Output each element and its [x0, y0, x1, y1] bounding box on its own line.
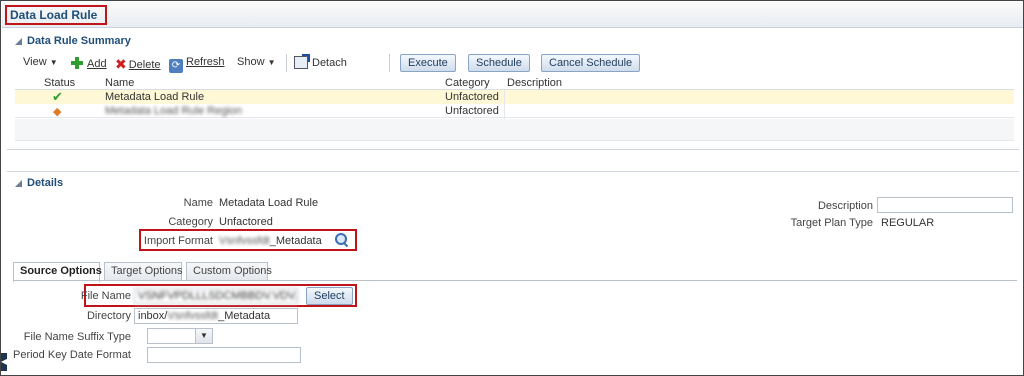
schedule-button[interactable]: Schedule: [468, 54, 530, 72]
section-divider: [7, 149, 1019, 150]
collapse-left-icon[interactable]: ◀: [1, 353, 7, 371]
table-row[interactable]: ✔ Metadata Load Rule Unfactored: [15, 89, 1014, 104]
summary-panel-header[interactable]: Data Rule Summary: [15, 35, 131, 47]
row-name: Metadata Load Rule Region: [105, 105, 242, 117]
directory-label: Directory: [86, 310, 131, 322]
toolbar-separator: [389, 54, 390, 72]
view-menu-label: View: [23, 56, 47, 68]
refresh-button-label: Refresh: [186, 56, 225, 68]
row-category: Unfactored: [445, 91, 499, 103]
add-button-label: Add: [87, 58, 107, 70]
column-header-name[interactable]: Name: [105, 77, 134, 89]
column-header-description[interactable]: Description: [507, 77, 562, 89]
tab-target-options[interactable]: Target Options: [104, 262, 183, 281]
section-divider: [7, 171, 1019, 172]
execute-button[interactable]: Execute: [400, 54, 456, 72]
period-key-date-format-field[interactable]: [147, 347, 301, 363]
detach-button[interactable]: Detach: [294, 54, 347, 69]
directory-field[interactable]: inbox/Vsnfvssfdt_Metadata: [134, 308, 298, 324]
directory-prefix: inbox/: [138, 310, 168, 322]
details-panel-title: Details: [27, 177, 64, 189]
category-value: Unfactored: [219, 216, 273, 228]
details-panel-header[interactable]: Details: [15, 177, 63, 189]
show-menu-label: Show: [237, 56, 265, 68]
target-plan-type-value: REGULAR: [881, 217, 935, 229]
tab-custom-options[interactable]: Custom Options: [186, 262, 272, 281]
directory-redacted: Vsnfvssfdt: [167, 310, 219, 322]
column-header-category[interactable]: Category: [445, 77, 490, 89]
refresh-button[interactable]: ⟳ Refresh: [169, 56, 225, 73]
collapse-triangle-icon[interactable]: [15, 38, 22, 45]
show-menu[interactable]: Show ▼: [237, 56, 276, 68]
name-label: Name: [183, 197, 213, 209]
import-format-redacted: Vsnfvssfdt: [219, 235, 270, 247]
delete-x-icon: ✖: [115, 56, 127, 72]
file-name-label: File Name: [80, 290, 131, 302]
table-empty-area: [15, 119, 1014, 141]
add-button[interactable]: Add: [70, 56, 107, 70]
application-frame: Data Load Rule Data Rule Summary View ▼ …: [0, 0, 1024, 376]
file-name-field[interactable]: VSNFVPDLLLSDCMBBDV.VDV.DS: [134, 288, 298, 304]
import-format-label: Import Format: [143, 235, 213, 247]
description-label: Description: [817, 200, 873, 212]
select-button[interactable]: Select: [306, 287, 353, 305]
column-divider: [504, 90, 505, 120]
diamond-warning-icon: ◆: [53, 106, 62, 118]
tab-underline: [13, 280, 1017, 281]
plus-icon: [70, 56, 84, 70]
suffix-type-dropdown[interactable]: ▼: [147, 328, 213, 344]
view-menu[interactable]: View ▼: [23, 56, 58, 68]
chevron-down-icon[interactable]: ▼: [195, 329, 212, 343]
period-key-date-format-label: Period Key Date Format: [13, 349, 131, 361]
dropdown-arrow-icon: ▼: [49, 58, 58, 67]
import-format-value[interactable]: Vsnfvssfdt_Metadata: [219, 235, 322, 247]
dropdown-arrow-icon: ▼: [267, 58, 276, 67]
detach-button-label: Detach: [312, 57, 347, 69]
category-label: Category: [168, 216, 213, 228]
row-name: Metadata Load Rule: [105, 91, 205, 103]
suffix-type-label: File Name Suffix Type: [23, 331, 131, 343]
target-plan-type-label: Target Plan Type: [790, 217, 873, 229]
detach-icon: [294, 54, 310, 69]
table-row[interactable]: ◆ Metadata Load Rule Region Unfactored: [15, 104, 1014, 118]
summary-toolbar: View ▼ Add ✖ Delete ⟳ Refresh Show ▼ Detac…: [15, 52, 1015, 74]
refresh-icon: ⟳: [169, 59, 183, 73]
cancel-schedule-button[interactable]: Cancel Schedule: [541, 54, 641, 72]
collapse-triangle-icon[interactable]: [15, 180, 22, 187]
summary-panel-title: Data Rule Summary: [27, 35, 131, 47]
check-icon: ✔: [52, 89, 63, 104]
import-format-suffix: _Metadata: [269, 235, 322, 247]
toolbar-separator: [286, 54, 287, 72]
title-bar: [2, 2, 1023, 28]
data-rule-table: Status Name Category Description ✔ Metad…: [15, 75, 1014, 142]
page-title: Data Load Rule: [10, 8, 98, 22]
directory-suffix: _Metadata: [218, 310, 271, 322]
column-header-status[interactable]: Status: [44, 77, 75, 89]
name-value: Metadata Load Rule: [219, 197, 319, 209]
delete-button-label: Delete: [128, 59, 161, 71]
description-field[interactable]: [877, 197, 1013, 213]
search-icon[interactable]: [335, 233, 349, 247]
row-category: Unfactored: [445, 105, 499, 117]
delete-button[interactable]: ✖ Delete: [115, 56, 161, 73]
tab-source-options[interactable]: Source Options: [13, 262, 102, 282]
